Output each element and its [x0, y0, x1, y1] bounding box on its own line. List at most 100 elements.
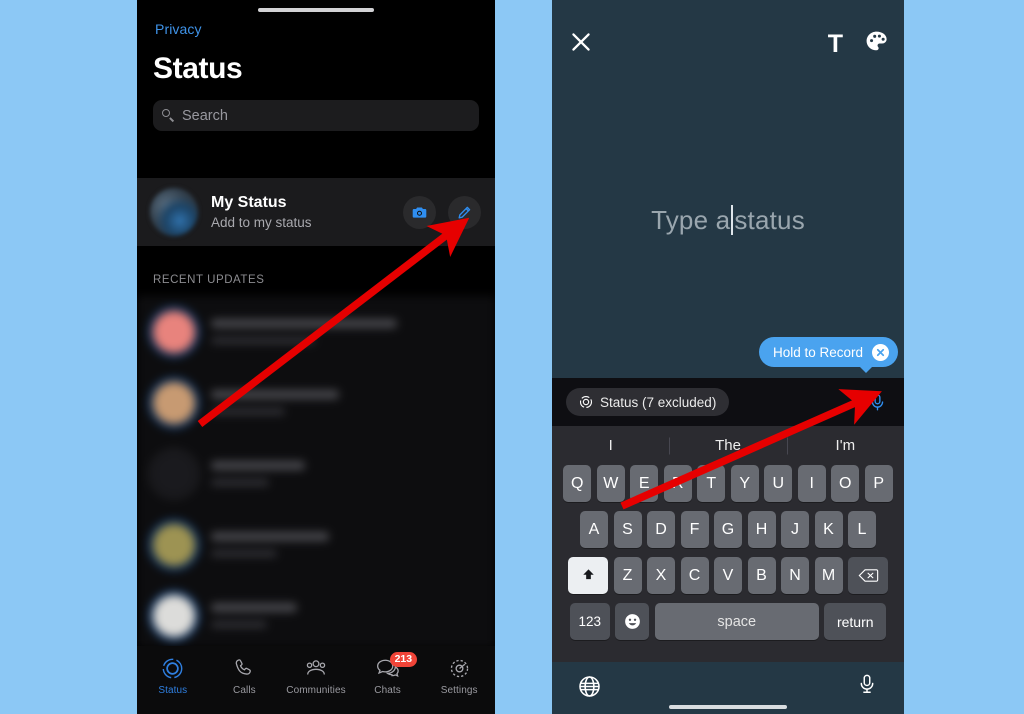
key-f[interactable]: F: [680, 511, 709, 548]
tab-label: Chats: [374, 685, 401, 696]
emoji-smiley-icon: [624, 614, 640, 629]
tab-settings[interactable]: Settings: [423, 655, 495, 696]
my-status-actions: [403, 195, 481, 229]
key-y[interactable]: Y: [730, 465, 759, 502]
status-ring: [149, 306, 199, 357]
audience-selector-chip[interactable]: Status (7 excluded): [566, 388, 730, 416]
key-d[interactable]: D: [647, 511, 675, 548]
dictation-button[interactable]: [856, 672, 878, 701]
home-indicator: [258, 8, 374, 12]
status-ring: [149, 519, 199, 570]
key-h[interactable]: H: [747, 511, 776, 548]
key-k[interactable]: K: [814, 511, 843, 548]
key-x[interactable]: X: [647, 557, 675, 594]
privacy-link[interactable]: Privacy: [155, 21, 202, 37]
record-voice-status-button[interactable]: [862, 387, 892, 417]
tab-label: Settings: [440, 685, 478, 696]
tab-status[interactable]: Status: [137, 655, 209, 696]
composer-toolbar-actions: T: [828, 28, 890, 60]
key-l[interactable]: L: [848, 511, 876, 548]
color-palette-icon: [866, 31, 887, 51]
keyboard-row-4: 123 space return: [552, 603, 904, 640]
predictive-suggestions-bar: I The I'm: [552, 426, 904, 465]
emoji-key[interactable]: [615, 603, 650, 640]
recent-updates-header: RECENT UPDATES: [153, 274, 265, 286]
keyboard-row-3: Z X C V B N M: [552, 557, 904, 594]
placeholder-after-caret: status: [734, 205, 805, 235]
edit-status-button[interactable]: [448, 195, 481, 229]
placeholder-before-caret: Type a: [651, 205, 731, 235]
suggestion-item[interactable]: The: [669, 437, 786, 454]
list-item[interactable]: [137, 367, 495, 438]
page-title: Status: [153, 52, 243, 85]
tab-label: Communities: [286, 685, 346, 696]
list-item[interactable]: [137, 438, 495, 509]
globe-language-button[interactable]: [577, 674, 602, 704]
key-i[interactable]: I: [797, 465, 826, 502]
camera-button[interactable]: [403, 195, 436, 229]
my-status-text: My Status Add to my status: [211, 193, 312, 232]
ios-keyboard: I The I'm Q W E R T Y U I O P A S D F G …: [552, 426, 904, 662]
my-status-name: My Status: [211, 193, 287, 211]
tab-chats[interactable]: Chats 213: [352, 652, 424, 696]
list-item-text: [211, 461, 305, 486]
list-item-text: [211, 390, 339, 415]
shift-key[interactable]: [568, 557, 608, 594]
key-b[interactable]: B: [747, 557, 776, 594]
audience-bar: Status (7 excluded): [552, 378, 904, 426]
avatar[interactable]: [150, 188, 198, 236]
microphone-icon: [860, 674, 874, 693]
shift-up-arrow-icon: [582, 569, 594, 580]
gear-icon: [448, 655, 471, 681]
key-s[interactable]: S: [613, 511, 642, 548]
list-item[interactable]: [137, 296, 495, 367]
list-item[interactable]: [137, 509, 495, 580]
list-item-text: [211, 532, 329, 557]
keyboard-row-2: A S D F G H J K L: [552, 511, 904, 548]
key-r[interactable]: R: [663, 465, 692, 502]
key-c[interactable]: C: [680, 557, 709, 594]
communities-icon: [304, 655, 328, 681]
key-v[interactable]: V: [714, 557, 742, 594]
suggestion-item[interactable]: I: [552, 437, 669, 454]
status-rings-icon: [161, 655, 184, 681]
key-t[interactable]: T: [697, 465, 726, 502]
key-n[interactable]: N: [781, 557, 809, 594]
key-a[interactable]: A: [580, 511, 608, 548]
key-z[interactable]: Z: [613, 557, 642, 594]
status-text-input[interactable]: Type a status: [552, 205, 904, 236]
key-p[interactable]: P: [864, 465, 893, 502]
key-q[interactable]: Q: [563, 465, 592, 502]
text-style-button[interactable]: T: [828, 31, 843, 57]
key-j[interactable]: J: [781, 511, 809, 548]
status-badge: 213: [389, 652, 418, 667]
space-key[interactable]: space: [654, 603, 819, 640]
tooltip-dismiss-button[interactable]: [872, 343, 889, 361]
search-placeholder: Search: [182, 107, 228, 124]
key-o[interactable]: O: [831, 465, 860, 502]
key-w[interactable]: W: [596, 465, 625, 502]
close-button[interactable]: [568, 29, 596, 57]
tab-communities[interactable]: Communities: [280, 655, 352, 696]
numeric-key[interactable]: 123: [569, 603, 610, 640]
status-ring-icon: [579, 395, 593, 409]
backspace-key[interactable]: [848, 557, 888, 594]
close-circle-icon: [876, 348, 885, 356]
list-item-text: [211, 603, 297, 628]
return-key[interactable]: return: [824, 603, 887, 640]
key-g[interactable]: G: [714, 511, 742, 548]
list-item[interactable]: [137, 580, 495, 651]
key-u[interactable]: U: [764, 465, 793, 502]
search-input[interactable]: Search: [153, 100, 479, 131]
tooltip-label: Hold to Record: [772, 344, 863, 360]
my-status-subtitle: Add to my status: [211, 214, 312, 230]
my-status-row[interactable]: My Status Add to my status: [137, 178, 495, 246]
color-palette-button[interactable]: [863, 28, 890, 60]
key-m[interactable]: M: [814, 557, 843, 594]
tab-calls[interactable]: Calls: [209, 655, 281, 696]
status-ring: [149, 448, 199, 499]
camera-icon: [412, 207, 427, 218]
recent-updates-list[interactable]: [137, 296, 495, 648]
suggestion-item[interactable]: I'm: [787, 437, 904, 454]
key-e[interactable]: E: [630, 465, 659, 502]
